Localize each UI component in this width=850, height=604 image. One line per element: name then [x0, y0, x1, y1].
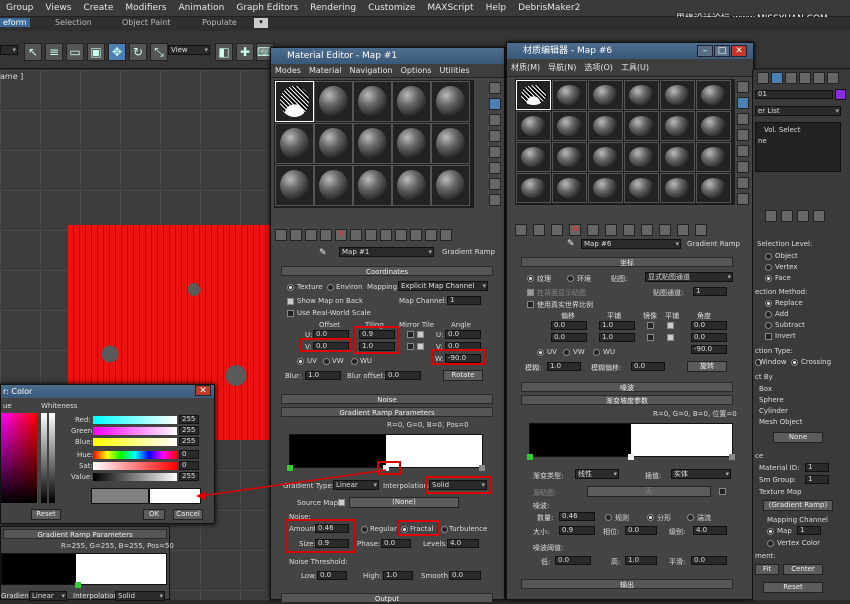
annotation-arrow [0, 0, 850, 600]
gradient-partial-readout: R=255, G=255, B=255, Pos=50 [61, 542, 174, 550]
gradient-partial-interp-label: Interpolation: [73, 592, 120, 600]
gradient-partial-flag[interactable] [75, 582, 81, 588]
gradient-partial-swatch[interactable] [1, 553, 167, 585]
gradient-partial-header[interactable]: Gradient Ramp Parameters [3, 529, 167, 539]
gradient-panel-partial: Gradient Ramp Parameters R=255, G=255, B… [0, 526, 170, 600]
